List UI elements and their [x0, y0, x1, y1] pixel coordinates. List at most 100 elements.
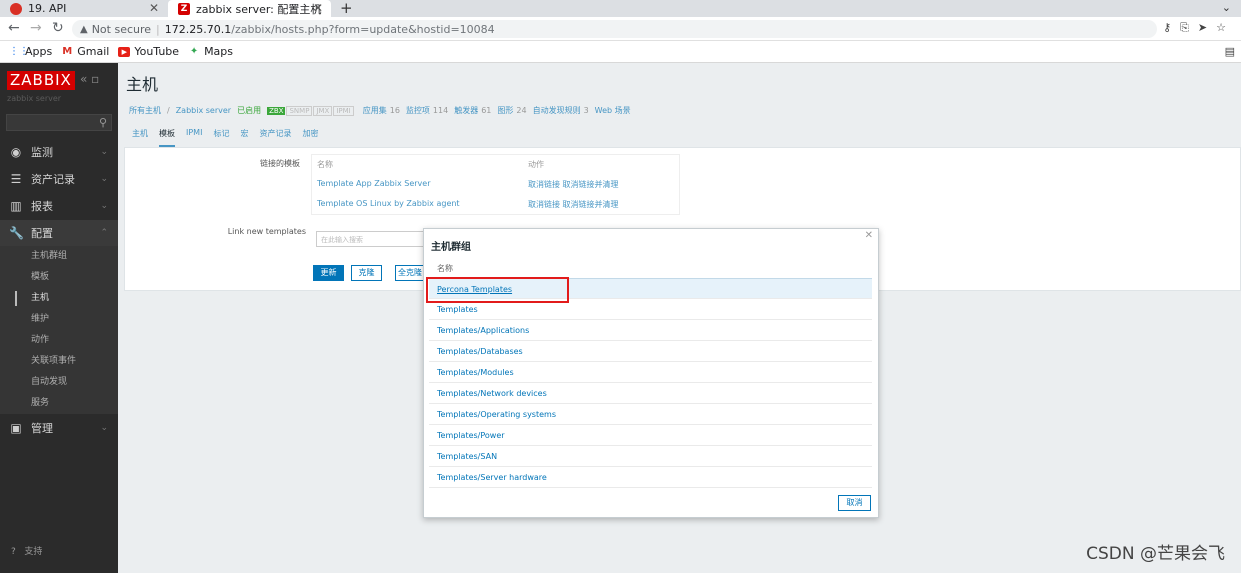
chevron-down-icon: ⌄ [100, 174, 108, 184]
reload-icon[interactable]: ↻ [52, 20, 64, 36]
submenu-discovery[interactable]: 自动发现 [0, 372, 118, 393]
unlink-clear-link[interactable]: 取消链接并清理 [563, 200, 619, 209]
tab-ipmi[interactable]: IPMI [186, 128, 202, 147]
close-tab-icon[interactable]: ✕ [313, 1, 323, 15]
sidebar-item-reports[interactable]: ▥ 报表 ⌄ [0, 193, 118, 219]
browser-tab-api[interactable]: 19. API ✕ [0, 0, 167, 17]
close-tab-icon[interactable]: ✕ [149, 1, 159, 15]
support-link[interactable]: ? 支持 [11, 544, 42, 557]
page-title: 主机 [126, 75, 159, 94]
status-enabled[interactable]: 已启用 [237, 105, 261, 116]
submenu-services[interactable]: 服务 [0, 393, 118, 414]
unlink-clear-link[interactable]: 取消链接并清理 [563, 180, 619, 189]
sidebar-item-configuration[interactable]: 🔧 配置 ⌃ [0, 220, 118, 246]
group-link[interactable]: Templates/Modules [437, 368, 514, 377]
group-link[interactable]: Templates/Applications [437, 326, 529, 335]
tab-inventory[interactable]: 资产记录 [259, 128, 291, 147]
breadcrumb-triggers[interactable]: 触发器 [454, 105, 478, 116]
group-link[interactable]: Templates/Operating systems [437, 410, 556, 419]
clone-button[interactable]: 克隆 [351, 265, 382, 281]
sidebar-item-monitoring[interactable]: ◉ 监测 ⌄ [0, 139, 118, 165]
bookmark-gmail[interactable]: M Gmail [61, 45, 109, 58]
collapse-sidebar-icon[interactable]: « ▫ [80, 72, 99, 86]
unlink-actions: 取消链接 取消链接并清理 [528, 179, 619, 190]
list-item[interactable]: Templates/Operating systems [429, 404, 872, 425]
tab-templates[interactable]: 模板 [159, 128, 175, 147]
submenu-actions[interactable]: 动作 [0, 330, 118, 351]
full-clone-button[interactable]: 全克隆 [395, 265, 425, 281]
submenu-templates[interactable]: 模板 [0, 267, 118, 288]
breadcrumb-applications[interactable]: 应用集 [363, 105, 387, 116]
sidebar-search-input[interactable]: ⚲ [6, 114, 112, 131]
unlink-link[interactable]: 取消链接 [528, 180, 560, 189]
list-item[interactable]: Templates/Server hardware [429, 467, 872, 488]
search-icon[interactable]: ⚲ [99, 116, 107, 129]
bookmark-maps[interactable]: ✦ Maps [188, 45, 233, 58]
list-icon: ☰ [10, 172, 22, 186]
tab-search-chevron-icon[interactable]: ⌄ [1222, 1, 1231, 14]
group-link[interactable]: Templates/Network devices [437, 389, 547, 398]
submenu-maintenance[interactable]: 维护 [0, 309, 118, 330]
reading-list-icon[interactable]: ▤ [1225, 45, 1235, 58]
list-item[interactable]: Templates/SAN [429, 446, 872, 467]
back-icon[interactable]: ← [8, 20, 20, 36]
list-item[interactable]: Templates/Applications [429, 320, 872, 341]
breadcrumb-discovery[interactable]: 自动发现规则 [533, 105, 581, 116]
help-icon: ? [11, 547, 16, 557]
submenu-event-correlation[interactable]: 关联项事件 [0, 351, 118, 372]
tab-encryption[interactable]: 加密 [302, 128, 318, 147]
breadcrumb-host[interactable]: Zabbix server [176, 106, 231, 115]
sidebar-item-label: 监测 [31, 146, 53, 159]
forward-icon[interactable]: → [30, 20, 42, 36]
items-count: 114 [432, 106, 449, 115]
applications-count: 16 [389, 106, 400, 115]
group-link[interactable]: Templates [437, 305, 478, 314]
breadcrumb-separator: / [167, 106, 170, 115]
api-favicon-icon [10, 2, 22, 15]
list-item[interactable]: Templates/Modules [429, 362, 872, 383]
group-link[interactable]: Templates/Server hardware [437, 473, 547, 482]
sidebar-item-label: 资产记录 [31, 173, 75, 186]
breadcrumb-items[interactable]: 监控项 [406, 105, 430, 116]
submenu-host-groups[interactable]: 主机群组 [0, 246, 118, 267]
linked-template-name[interactable]: Template App Zabbix Server [317, 179, 431, 188]
sidebar: ZABBIX « ▫ zabbix server ⚲ ◉ 监测 ⌄ ☰ 资产记录… [0, 63, 118, 573]
extension-icons[interactable]: ⚷⎘➤☆ [1163, 21, 1235, 35]
group-link[interactable]: Templates/SAN [437, 452, 497, 461]
zabbix-logo[interactable]: ZABBIX [7, 71, 75, 90]
list-item[interactable]: Templates/Power [429, 425, 872, 446]
youtube-icon: ▶ [118, 46, 131, 57]
sidebar-item-inventory[interactable]: ☰ 资产记录 ⌄ [0, 166, 118, 192]
browser-tab-zabbix[interactable]: Z zabbix server: 配置主机 ✕ [168, 0, 331, 17]
host-groups-dialog: 主机群组 ✕ 名称 Percona Templates Templates Te… [423, 228, 879, 518]
triggers-count: 61 [481, 106, 492, 115]
tab-macros[interactable]: 宏 [240, 128, 248, 147]
breadcrumb-all-hosts[interactable]: 所有主机 [129, 105, 161, 116]
sidebar-item-label: 管理 [31, 422, 53, 435]
template-search-input[interactable]: 在此输入搜索 [316, 231, 426, 247]
breadcrumb-web[interactable]: Web 场景 [595, 105, 631, 116]
support-label: 支持 [24, 547, 43, 557]
group-link[interactable]: Templates/Databases [437, 347, 523, 356]
sidebar-item-administration[interactable]: ▣ 管理 ⌄ [0, 415, 118, 441]
bookmark-youtube[interactable]: ▶ YouTube [118, 45, 179, 58]
close-icon[interactable]: ✕ [865, 230, 873, 241]
linked-template-name[interactable]: Template OS Linux by Zabbix agent [317, 199, 460, 208]
tab-tags[interactable]: 标记 [213, 128, 229, 147]
update-button[interactable]: 更新 [313, 265, 344, 281]
list-item[interactable]: Templates/Network devices [429, 383, 872, 404]
tab-title: zabbix server: 配置主机 [196, 2, 322, 16]
url-field[interactable]: ▲ Not secure | 172.25.70.1 /zabbix/hosts… [72, 20, 1157, 38]
list-item[interactable]: Templates/Databases [429, 341, 872, 362]
breadcrumb-graphs[interactable]: 图形 [497, 105, 513, 116]
link-new-templates-label: Link new templates [227, 227, 306, 236]
security-label: Not secure [91, 22, 152, 36]
bookmark-apps[interactable]: ⋮⋮ Apps [9, 45, 52, 58]
new-tab-icon[interactable]: + [340, 0, 353, 17]
cancel-button[interactable]: 取消 [838, 495, 871, 511]
unlink-link[interactable]: 取消链接 [528, 200, 560, 209]
tab-host[interactable]: 主机 [132, 128, 148, 147]
group-link[interactable]: Templates/Power [437, 431, 505, 440]
submenu-hosts[interactable]: 主机 [0, 288, 118, 309]
bookmark-label: Maps [204, 45, 234, 58]
